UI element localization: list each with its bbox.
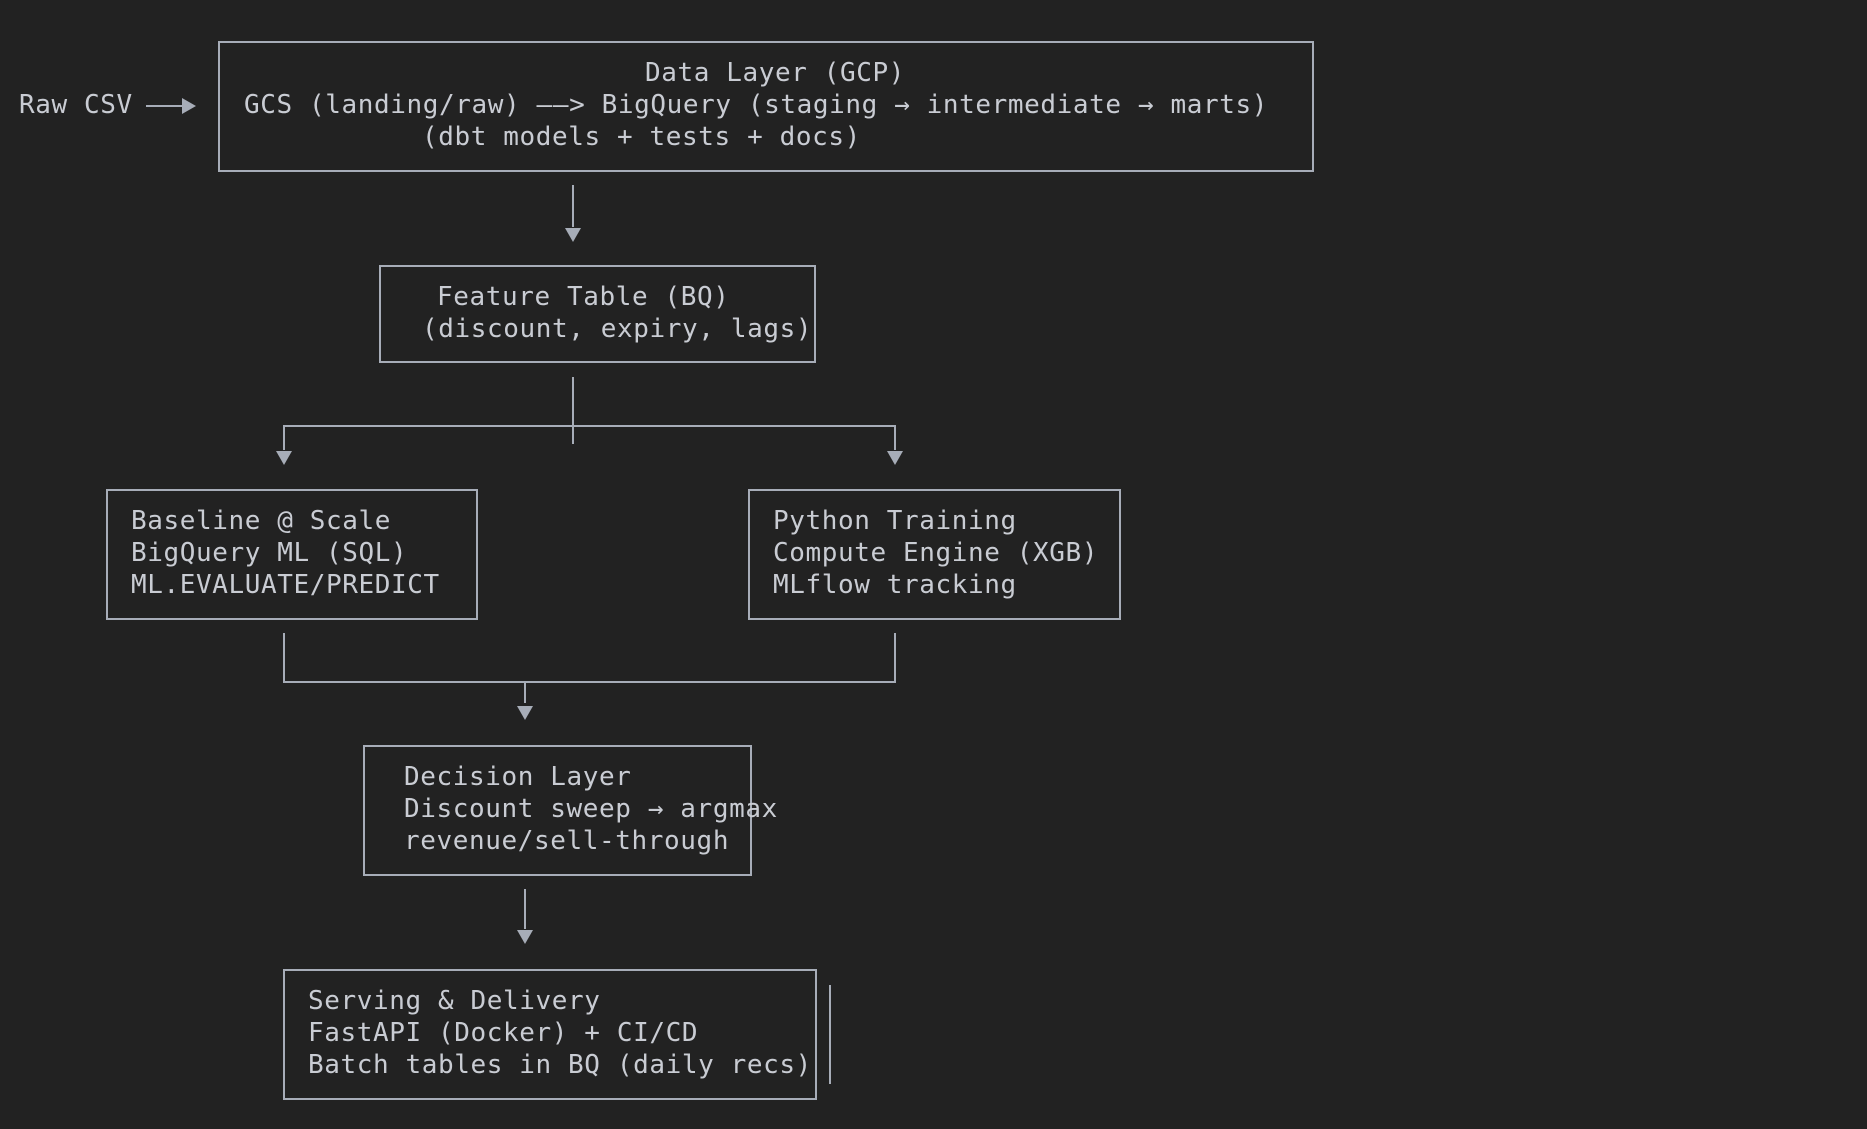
serving-fastapi: FastAPI (Docker) + CI/CD <box>308 1018 699 1048</box>
baseline-evaluate: ML.EVALUATE/PREDICT <box>131 570 440 600</box>
decision-layer-objective: revenue/sell-through <box>404 826 730 856</box>
connector-fork-bar <box>283 425 896 427</box>
raw-csv-arrow-shaft <box>146 105 184 107</box>
connector-merge-bar <box>283 681 896 683</box>
feature-table-title: Feature Table (BQ) <box>437 282 730 312</box>
baseline-title: Baseline @ Scale <box>131 506 392 536</box>
python-training-mlflow: MLflow tracking <box>773 570 1017 600</box>
architecture-diagram: Raw CSV Data Layer (GCP) GCS (landing/ra… <box>0 0 1867 1129</box>
baseline-bqml: BigQuery ML (SQL) <box>131 538 408 568</box>
arrow-to-decision <box>517 706 533 720</box>
python-training-title: Python Training <box>773 506 1017 536</box>
feature-table-columns: (discount, expiry, lags) <box>422 314 813 344</box>
serving-batch: Batch tables in BQ (daily recs) <box>308 1050 812 1080</box>
raw-csv-label: Raw CSV <box>19 90 133 120</box>
connector-fork-left <box>283 425 285 450</box>
data-layer-title: Data Layer (GCP) <box>645 58 906 88</box>
serving-box-right-mark <box>829 985 831 1084</box>
python-training-compute: Compute Engine (XGB) <box>773 538 1099 568</box>
connector-data-to-feature <box>572 185 574 227</box>
arrow-data-to-feature <box>565 228 581 242</box>
connector-merge-left <box>283 633 285 683</box>
connector-feature-stem <box>572 377 574 444</box>
connector-decision-to-serving <box>524 889 526 929</box>
connector-merge-stem <box>524 683 526 703</box>
arrow-to-baseline <box>276 451 292 465</box>
decision-layer-sweep: Discount sweep → argmax <box>404 794 778 824</box>
connector-fork-right <box>894 425 896 450</box>
arrow-to-python <box>887 451 903 465</box>
connector-merge-right <box>894 633 896 683</box>
raw-csv-arrow-head <box>182 98 196 114</box>
arrow-to-serving <box>517 930 533 944</box>
data-layer-dbt: (dbt models + tests + docs) <box>422 122 861 152</box>
serving-title: Serving & Delivery <box>308 986 601 1016</box>
decision-layer-title: Decision Layer <box>404 762 632 792</box>
data-layer-pipeline: GCS (landing/raw) ——> BigQuery (staging … <box>244 90 1268 120</box>
